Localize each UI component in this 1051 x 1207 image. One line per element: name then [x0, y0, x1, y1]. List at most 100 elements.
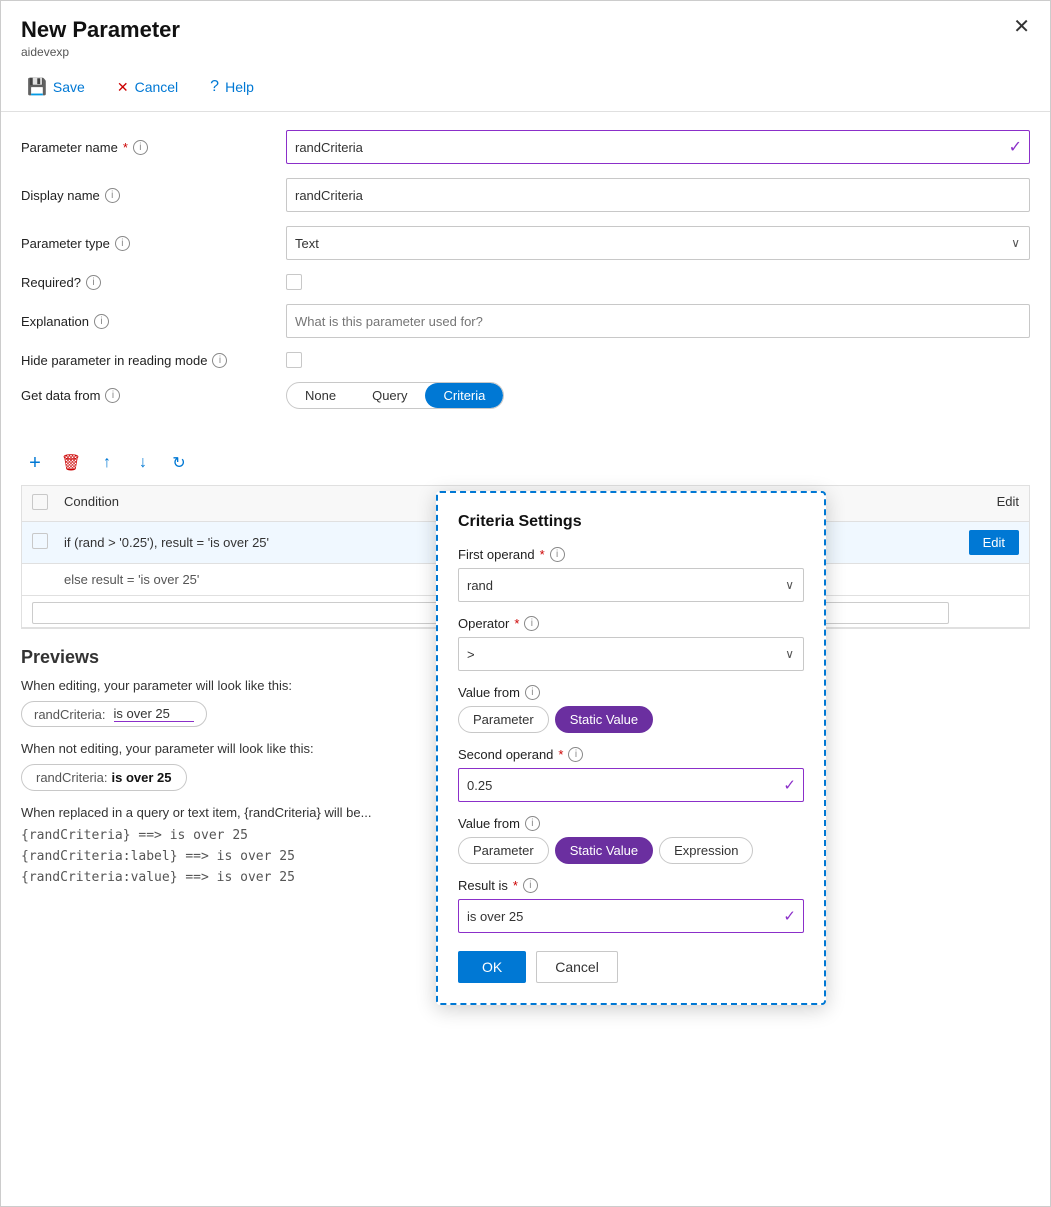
move-down-button[interactable]: ↓ [129, 449, 157, 477]
first-operand-required: * [540, 547, 545, 562]
save-icon: 💾 [27, 77, 47, 97]
explanation-row: Explanation i [21, 304, 1030, 338]
parameter-name-row: Parameter name * i ✓ [21, 130, 1030, 164]
check-icon: ✓ [1009, 137, 1022, 157]
refresh-button[interactable]: ↻ [165, 449, 193, 477]
title-bar-left: New Parameter aidevexp [21, 17, 180, 59]
get-data-label: Get data from i [21, 388, 286, 403]
result-is-input-wrapper: ✓ [458, 899, 804, 933]
value-from-1-buttons: Parameter Static Value [458, 706, 804, 733]
value-from-1-parameter-btn[interactable]: Parameter [458, 706, 549, 733]
first-operand-select[interactable]: rand value1 [458, 568, 804, 602]
explanation-input[interactable] [286, 304, 1030, 338]
display-name-row: Display name i [21, 178, 1030, 212]
required-label: Required? i [21, 275, 286, 290]
popup-cancel-button[interactable]: Cancel [536, 951, 618, 983]
operator-info-icon[interactable]: i [524, 616, 539, 631]
add-criteria-button[interactable]: + [21, 449, 49, 477]
value-from-1-field: Value from i Parameter Static Value [458, 685, 804, 733]
get-data-segmented-control: None Query Criteria [286, 382, 504, 409]
title-bar: New Parameter aidevexp ✕ [1, 1, 1050, 63]
second-operand-label: Second operand * i [458, 747, 804, 762]
value-from-2-info-icon[interactable]: i [525, 816, 540, 831]
hide-parameter-label: Hide parameter in reading mode i [21, 353, 286, 368]
cancel-button[interactable]: ✕ Cancel [111, 75, 184, 100]
value-from-1-static-btn[interactable]: Static Value [555, 706, 653, 733]
explanation-info-icon[interactable]: i [94, 314, 109, 329]
hide-parameter-info-icon[interactable]: i [212, 353, 227, 368]
parameter-name-label: Parameter name * i [21, 140, 286, 155]
operator-select[interactable]: > < = [458, 637, 804, 671]
hide-parameter-row: Hide parameter in reading mode i [21, 352, 1030, 368]
required-star: * [123, 140, 128, 155]
editing-preview-widget: randCriteria: [21, 701, 207, 727]
explanation-label: Explanation i [21, 314, 286, 329]
second-operand-check-icon: ✓ [783, 776, 796, 794]
criteria-toolbar: + 🗑 ↑ ↓ ↻ [1, 441, 1050, 485]
required-row: Required? i [21, 274, 1030, 290]
result-is-field: Result is * i ✓ [458, 878, 804, 933]
popup-title: Criteria Settings [458, 513, 804, 531]
get-data-query-btn[interactable]: Query [354, 383, 425, 408]
subtitle: aidevexp [21, 45, 180, 59]
popup-ok-button[interactable]: OK [458, 951, 526, 983]
delete-criteria-button[interactable]: 🗑 [57, 449, 85, 477]
get-data-info-icon[interactable]: i [105, 388, 120, 403]
help-button[interactable]: ? Help [204, 74, 260, 100]
required-info-icon[interactable]: i [86, 275, 101, 290]
edit-header: Edit [939, 494, 1019, 513]
operator-field: Operator * i > < = ∨ [458, 616, 804, 671]
second-operand-input-wrapper: ✓ [458, 768, 804, 802]
display-name-input[interactable] [286, 178, 1030, 212]
second-operand-field: Second operand * i ✓ [458, 747, 804, 802]
hide-parameter-checkbox[interactable] [286, 352, 302, 368]
toolbar: 💾 Save ✕ Cancel ? Help [1, 63, 1050, 112]
form-area: Parameter name * i ✓ Display name i Para… [1, 112, 1050, 441]
first-operand-field: First operand * i rand value1 ∨ [458, 547, 804, 602]
get-data-row: Get data from i None Query Criteria [21, 382, 1030, 409]
value-from-2-parameter-btn[interactable]: Parameter [458, 837, 549, 864]
popup-actions: OK Cancel [458, 951, 804, 983]
not-editing-widget: randCriteria: is over 25 [21, 764, 187, 791]
value-from-2-expression-btn[interactable]: Expression [659, 837, 753, 864]
help-icon: ? [210, 78, 219, 96]
save-button[interactable]: 💾 Save [21, 73, 91, 101]
display-name-label: Display name i [21, 188, 286, 203]
display-name-info-icon[interactable]: i [105, 188, 120, 203]
second-operand-info-icon[interactable]: i [568, 747, 583, 762]
parameter-type-info-icon[interactable]: i [115, 236, 130, 251]
required-checkbox[interactable] [286, 274, 302, 290]
first-operand-select-wrapper: rand value1 ∨ [458, 568, 804, 602]
select-all-checkbox[interactable] [32, 494, 48, 510]
result-is-input[interactable] [458, 899, 804, 933]
criteria-settings-popup: Criteria Settings First operand * i rand… [436, 491, 826, 1005]
second-operand-input[interactable] [458, 768, 804, 802]
not-editing-widget-value: is over 25 [112, 770, 172, 785]
cancel-icon: ✕ [117, 79, 129, 96]
get-data-criteria-btn[interactable]: Criteria [425, 383, 503, 408]
parameter-name-input[interactable] [286, 130, 1030, 164]
help-label: Help [225, 79, 254, 95]
value-from-2-buttons: Parameter Static Value Expression [458, 837, 804, 864]
move-up-button[interactable]: ↑ [93, 449, 121, 477]
main-panel: New Parameter aidevexp ✕ 💾 Save ✕ Cancel… [0, 0, 1051, 1207]
cancel-label: Cancel [135, 79, 179, 95]
get-data-none-btn[interactable]: None [287, 383, 354, 408]
operator-select-wrapper: > < = ∨ [458, 637, 804, 671]
editing-widget-input[interactable] [114, 706, 194, 722]
edit-criteria-button[interactable]: Edit [969, 530, 1019, 555]
parameter-name-info-icon[interactable]: i [133, 140, 148, 155]
value-from-2-field: Value from i Parameter Static Value Expr… [458, 816, 804, 864]
first-operand-info-icon[interactable]: i [550, 547, 565, 562]
not-editing-widget-label: randCriteria: [36, 770, 108, 785]
value-from-2-static-btn[interactable]: Static Value [555, 837, 653, 864]
value-from-1-info-icon[interactable]: i [525, 685, 540, 700]
parameter-type-select[interactable]: Text Number Date Boolean [286, 226, 1030, 260]
value-from-2-label: Value from i [458, 816, 804, 831]
row-checkbox[interactable] [32, 533, 48, 549]
parameter-type-select-wrapper: Text Number Date Boolean ∨ [286, 226, 1030, 260]
result-is-info-icon[interactable]: i [523, 878, 538, 893]
save-label: Save [53, 79, 85, 95]
operator-label: Operator * i [458, 616, 804, 631]
close-button[interactable]: ✕ [1013, 17, 1030, 37]
